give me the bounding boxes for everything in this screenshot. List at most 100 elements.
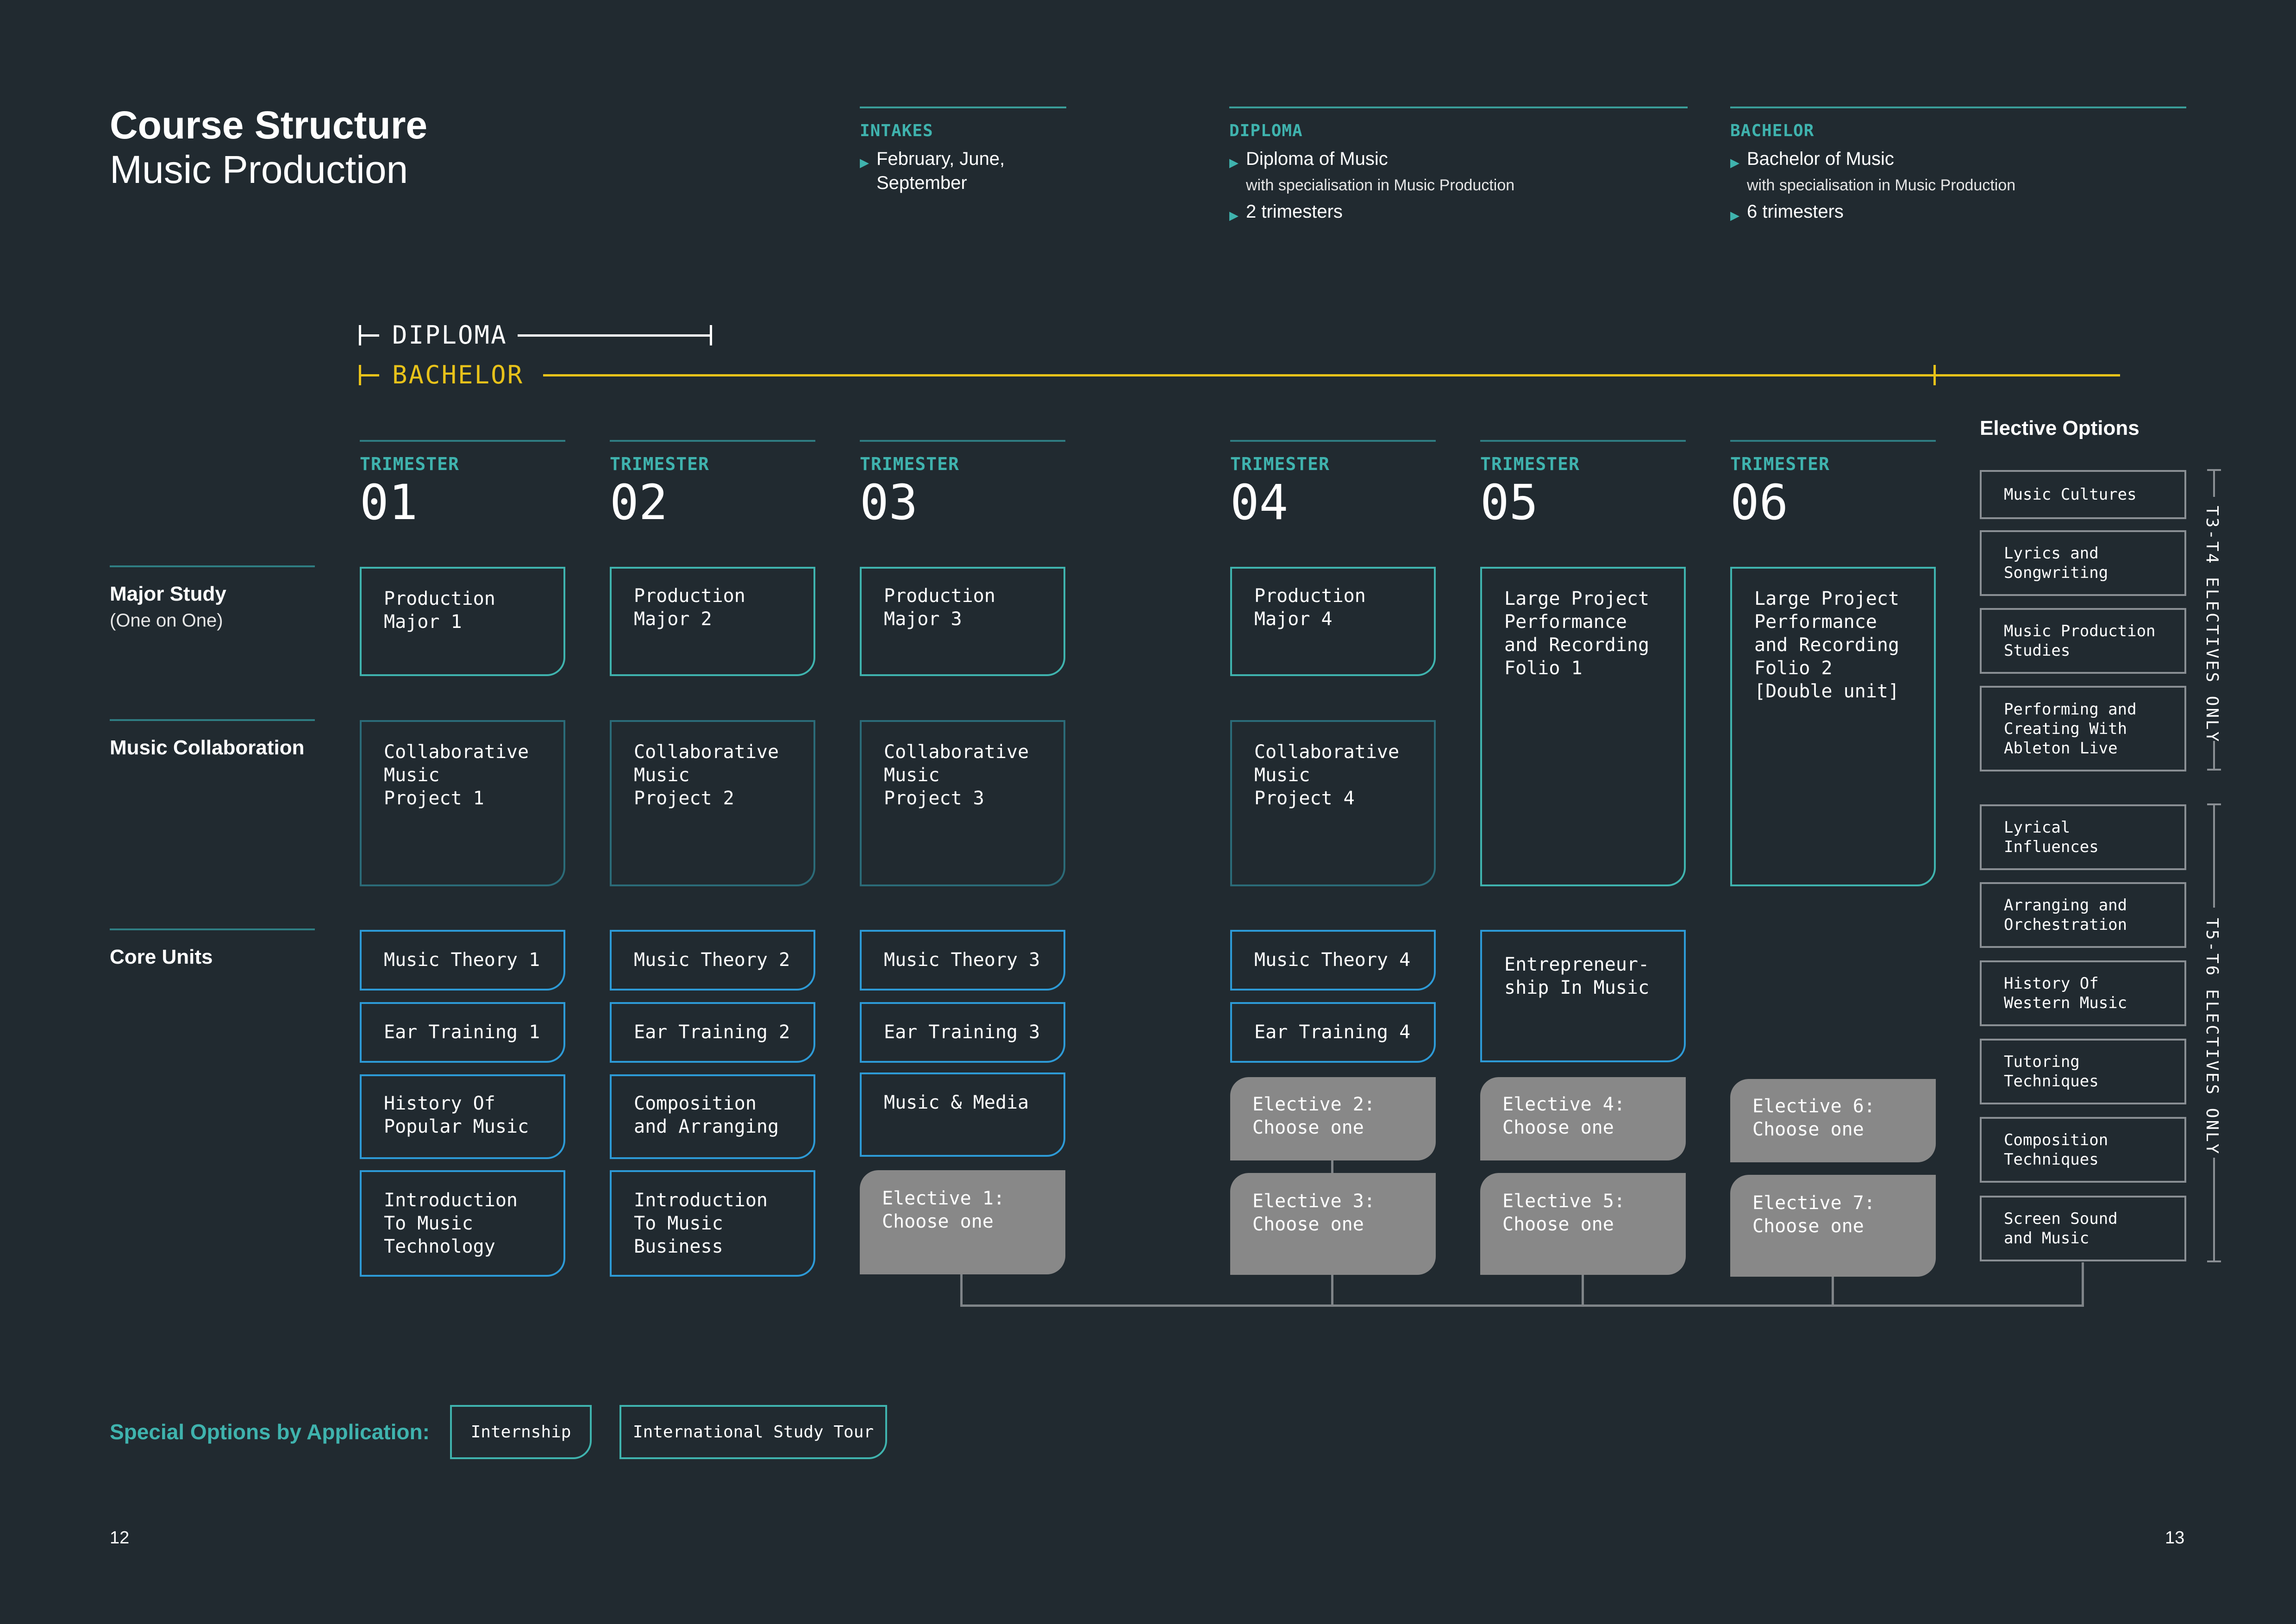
unit-production-major-2: Production Major 2 <box>610 567 815 676</box>
elective-option-music-production-studies: Music Production Studies <box>1980 608 2186 674</box>
diploma-bar-label: DIPLOMA <box>392 320 507 350</box>
t3-t4-electives-label: T3-T4 ELECTIVES ONLY <box>2202 506 2221 744</box>
elective-option-lyrical-influences: Lyrical Influences <box>1980 804 2186 870</box>
diploma-name: Diploma of Music <box>1246 149 1388 169</box>
bracket-line <box>2213 803 2215 908</box>
unit-music-theory-3: Music Theory 3 <box>860 930 1065 991</box>
bullet-icon: ▶ <box>1229 208 1239 222</box>
bachelor-info: BACHELOR ▶ Bachelor of Music with special… <box>1730 107 2186 227</box>
elective-2: Elective 2: Choose one <box>1230 1077 1436 1160</box>
diploma-info: DIPLOMA ▶ Diploma of Music with specialis… <box>1229 107 1688 227</box>
bachelor-heading: BACHELOR <box>1730 121 1814 140</box>
unit-collaborative-music-project-1: Collaborative Music Project 1 <box>360 720 565 886</box>
elective-option-lyrics-songwriting: Lyrics and Songwriting <box>1980 530 2186 596</box>
elective-option-composition-techniques: Composition Techniques <box>1980 1117 2186 1183</box>
elective-option-ableton-live: Performing and Creating With Ableton Liv… <box>1980 686 2186 771</box>
intakes-heading: INTAKES <box>860 121 933 140</box>
major-study-sublabel: (One on One) <box>110 610 223 631</box>
bracket-line <box>2213 741 2215 770</box>
unit-ear-training-3: Ear Training 3 <box>860 1002 1065 1063</box>
bracket-cap <box>2207 769 2221 771</box>
diploma-heading: DIPLOMA <box>1229 121 1303 140</box>
page-subtitle: Music Production <box>110 148 408 191</box>
diploma-duration: 2 trimesters <box>1246 201 1343 222</box>
bachelor-specialisation: with specialisation in Music Production <box>1747 176 2016 194</box>
connector-line <box>960 1304 2084 1307</box>
unit-production-major-3: Production Major 3 <box>860 567 1065 676</box>
t5-t6-electives-label: T5-T6 ELECTIVES ONLY <box>2202 918 2221 1156</box>
bullet-icon: ▶ <box>860 156 869 169</box>
elective-6: Elective 6: Choose one <box>1730 1079 1936 1162</box>
bracket-line <box>2213 1158 2215 1262</box>
connector-line <box>1331 1273 1333 1307</box>
bracket-cap <box>2207 1260 2221 1262</box>
trimester-label: TRIMESTER <box>860 454 959 474</box>
unit-ear-training-2: Ear Training 2 <box>610 1002 815 1063</box>
unit-music-theory-4: Music Theory 4 <box>1230 930 1436 991</box>
elective-7: Elective 7: Choose one <box>1730 1175 1936 1277</box>
unit-composition-and-arranging: Composition and Arranging <box>610 1074 815 1159</box>
trimester-number: 06 <box>1730 474 1789 531</box>
elective-option-arranging-orchestration: Arranging and Orchestration <box>1980 882 2186 948</box>
bachelor-bar-label: BACHELOR <box>392 360 524 389</box>
elective-option-screen-sound-music: Screen Sound and Music <box>1980 1196 2186 1261</box>
trimester-number: 04 <box>1230 474 1289 531</box>
bullet-icon: ▶ <box>1229 156 1239 169</box>
special-option-international-study-tour[interactable]: International Study Tour <box>619 1405 887 1459</box>
trimester-label: TRIMESTER <box>360 454 459 474</box>
major-study-label: Major Study <box>110 583 226 605</box>
unit-production-major-1: Production Major 1 <box>360 567 565 676</box>
bachelor-name: Bachelor of Music <box>1747 149 1894 169</box>
trimester-label: TRIMESTER <box>1480 454 1580 474</box>
row-label-core-units: Core Units <box>110 928 315 970</box>
unit-collaborative-music-project-2: Collaborative Music Project 2 <box>610 720 815 886</box>
elective-options-title: Elective Options <box>1980 417 2140 439</box>
unit-entrepreneurship-in-music: Entrepreneur- ship In Music <box>1480 930 1686 1062</box>
unit-ear-training-1: Ear Training 1 <box>360 1002 565 1063</box>
trimester-label: TRIMESTER <box>1730 454 1830 474</box>
elective-4: Elective 4: Choose one <box>1480 1077 1686 1160</box>
trimester-header-2: TRIMESTER 02 <box>610 440 815 528</box>
page-number-right: 13 <box>2165 1528 2185 1548</box>
trimester-number: 05 <box>1480 474 1539 531</box>
connector-line <box>2082 1262 2084 1307</box>
connector-line <box>960 1274 963 1307</box>
trimester-number: 03 <box>860 474 918 531</box>
unit-history-of-popular-music: History Of Popular Music <box>360 1074 565 1159</box>
elective-option-tutoring-techniques: Tutoring Techniques <box>1980 1039 2186 1104</box>
unit-music-theory-2: Music Theory 2 <box>610 930 815 991</box>
elective-option-history-western-music: History Of Western Music <box>1980 960 2186 1026</box>
unit-intro-music-business: Introduction To Music Business <box>610 1170 815 1277</box>
elective-3: Elective 3: Choose one <box>1230 1173 1436 1275</box>
bachelor-duration: 6 trimesters <box>1747 201 1844 222</box>
unit-ear-training-4: Ear Training 4 <box>1230 1002 1436 1063</box>
music-collaboration-label: Music Collaboration <box>110 736 305 759</box>
core-units-label: Core Units <box>110 946 213 968</box>
elective-5: Elective 5: Choose one <box>1480 1173 1686 1275</box>
trimester-header-1: TRIMESTER 01 <box>360 440 565 528</box>
special-option-internship[interactable]: Internship <box>450 1405 592 1459</box>
special-options-label: Special Options by Application: <box>110 1420 430 1444</box>
bullet-icon: ▶ <box>1730 156 1739 169</box>
trimester-header-3: TRIMESTER 03 <box>860 440 1065 528</box>
trimester-header-5: TRIMESTER 05 <box>1480 440 1686 528</box>
bracket-line <box>2213 469 2215 497</box>
connector-line <box>1832 1273 1834 1307</box>
unit-production-major-4: Production Major 4 <box>1230 567 1436 676</box>
intakes-months: February, June, September <box>876 149 1005 193</box>
trimester-label: TRIMESTER <box>1230 454 1330 474</box>
row-label-major-study: Major Study (One on One) <box>110 565 315 633</box>
connector-line <box>1582 1273 1584 1307</box>
unit-intro-music-technology: Introduction To Music Technology <box>360 1170 565 1277</box>
unit-collaborative-music-project-4: Collaborative Music Project 4 <box>1230 720 1436 886</box>
trimester-header-6: TRIMESTER 06 <box>1730 440 1936 528</box>
unit-collaborative-music-project-3: Collaborative Music Project 3 <box>860 720 1065 886</box>
intakes-info: INTAKES ▶ February, June, September <box>860 107 1066 195</box>
unit-music-and-media: Music & Media <box>860 1072 1065 1157</box>
diploma-specialisation: with specialisation in Music Production <box>1246 176 1515 194</box>
trimester-header-4: TRIMESTER 04 <box>1230 440 1436 528</box>
elective-1: Elective 1: Choose one <box>860 1170 1065 1274</box>
row-label-music-collaboration: Music Collaboration <box>110 719 315 761</box>
trimester-label: TRIMESTER <box>610 454 709 474</box>
trimester-number: 01 <box>360 474 418 531</box>
